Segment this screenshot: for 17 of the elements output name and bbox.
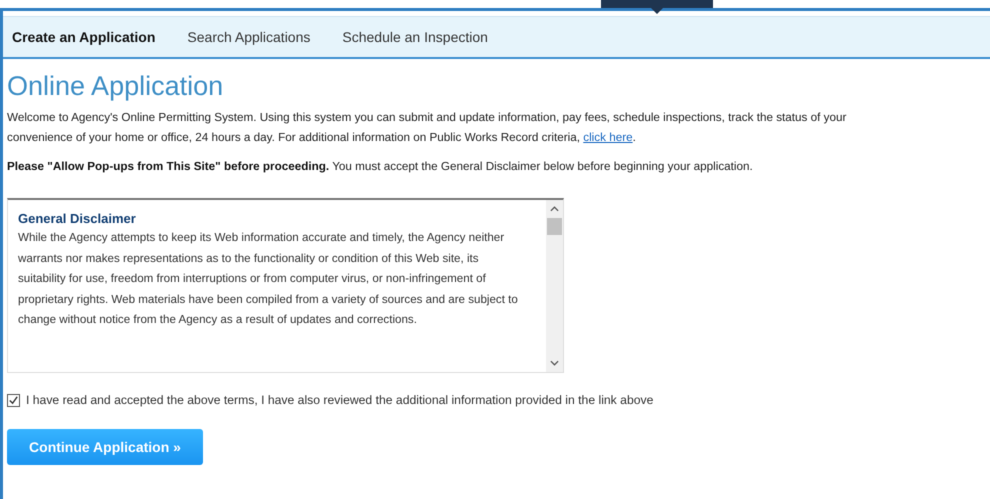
page-title: Online Application [7,71,224,102]
disclaimer-text: While the Agency attempts to keep its Web information accurate and timely, the Agency neither warrants nor makes representations as to the functionality or condition of this Web site, its suitability for use, freedom from interruptions or from computer virus, or non-infringement of proprietary rights. Web materials have been compiled from a variety of sources and are subject to change without notice from the Agency as a result of updates and corrections. [18,230,519,328]
disclaimer-title: General Disclaimer [18,211,137,226]
notice-text: Please "Allow Pop-ups from This Site" before proceeding. You must accept the General Disclaimer below before beginning your application. [7,159,754,175]
checkbox-label: I have read and accepted the above terms, I have also reviewed the additional information provided in the link above [26,393,654,407]
scrollbar[interactable] [546,200,563,372]
scrollbar-thumb[interactable] [547,218,562,235]
intro-text: convenience of your home or office, 24 hours a day. For additional information on Public Works Record criteria, [7,131,581,144]
scroll-up-icon[interactable] [550,205,559,213]
nav-tab[interactable]: Schedule an Inspection [342,29,488,45]
nav-tab[interactable]: Search Applications [187,29,310,45]
nav-tab[interactable]: Create an Application [12,29,156,45]
scroll-down-icon[interactable] [550,359,559,367]
intro-text: Welcome to Agency's Online Permitting System. Using this system you can submit and update information, pay fees, schedule inspections, track the status of your [7,111,846,124]
period-text: . [632,131,636,144]
checkbox[interactable] [7,394,20,406]
click-here-link[interactable]: click here [583,131,633,144]
